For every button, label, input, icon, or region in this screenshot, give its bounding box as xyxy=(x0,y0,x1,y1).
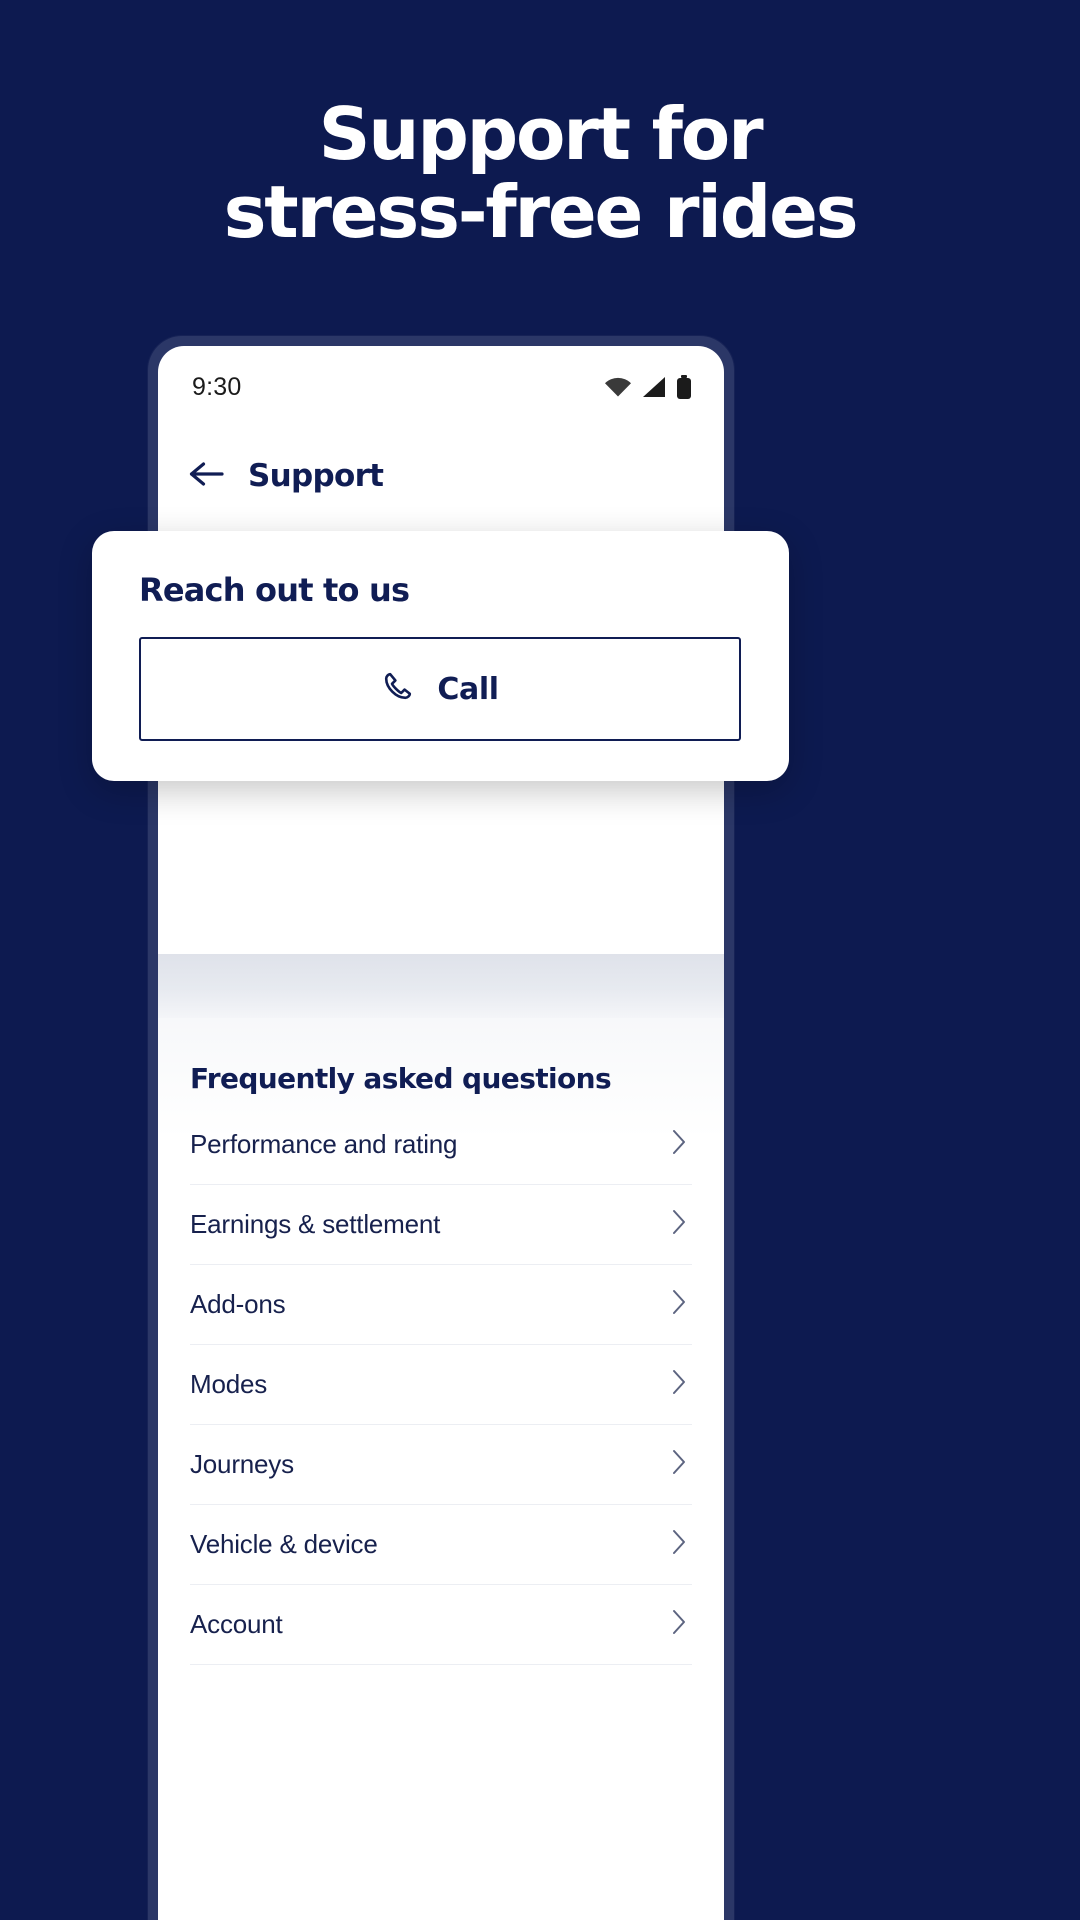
faq-item-label: Vehicle & device xyxy=(190,1529,378,1559)
promo-headline: Support for stress-free rides xyxy=(0,92,1080,254)
reach-out-card: Reach out to us Call xyxy=(92,531,789,781)
list-item[interactable]: Performance and rating xyxy=(190,1105,692,1185)
promo-headline-line-1: Support for xyxy=(318,92,764,176)
battery-icon xyxy=(676,375,692,399)
list-item[interactable]: Add-ons xyxy=(190,1265,692,1345)
chevron-right-icon xyxy=(670,1448,688,1481)
promo-headline-line-2: stress-free rides xyxy=(223,169,859,254)
chevron-right-icon xyxy=(670,1208,688,1241)
faq-item-label: Performance and rating xyxy=(190,1129,458,1159)
status-bar-icons xyxy=(604,375,692,399)
chevron-right-icon xyxy=(670,1128,688,1161)
faq-item-label: Modes xyxy=(190,1369,268,1399)
faq-item-label: Journeys xyxy=(190,1449,294,1479)
section-separator-band xyxy=(158,954,724,1018)
faq-section: Frequently asked questions Performance a… xyxy=(158,1018,724,1665)
status-bar-time: 9:30 xyxy=(192,372,242,401)
status-bar: 9:30 xyxy=(158,346,724,428)
reach-out-title: Reach out to us xyxy=(139,571,410,609)
chevron-right-icon xyxy=(670,1608,688,1641)
list-item[interactable]: Journeys xyxy=(190,1425,692,1505)
chevron-right-icon xyxy=(670,1528,688,1561)
list-item[interactable]: Modes xyxy=(190,1345,692,1425)
chevron-right-icon xyxy=(670,1288,688,1321)
faq-item-label: Earnings & settlement xyxy=(190,1209,441,1239)
faq-item-label: Account xyxy=(190,1609,283,1639)
list-item[interactable]: Earnings & settlement xyxy=(190,1185,692,1265)
list-item[interactable]: Vehicle & device xyxy=(190,1505,692,1585)
faq-item-label: Add-ons xyxy=(190,1289,286,1319)
faq-list: Performance and rating Earnings & settle… xyxy=(190,1105,692,1665)
page-title: Support xyxy=(248,458,384,494)
wifi-icon xyxy=(604,376,632,398)
phone-handset-icon xyxy=(381,670,415,709)
chevron-right-icon xyxy=(670,1368,688,1401)
faq-section-title: Frequently asked questions xyxy=(190,1062,612,1095)
list-item[interactable]: Account xyxy=(190,1585,692,1665)
cellular-signal-icon xyxy=(641,376,667,398)
call-button-label: Call xyxy=(437,671,499,707)
app-bar: Support xyxy=(158,428,724,524)
call-button[interactable]: Call xyxy=(139,637,741,741)
arrow-left-icon[interactable] xyxy=(188,459,224,494)
